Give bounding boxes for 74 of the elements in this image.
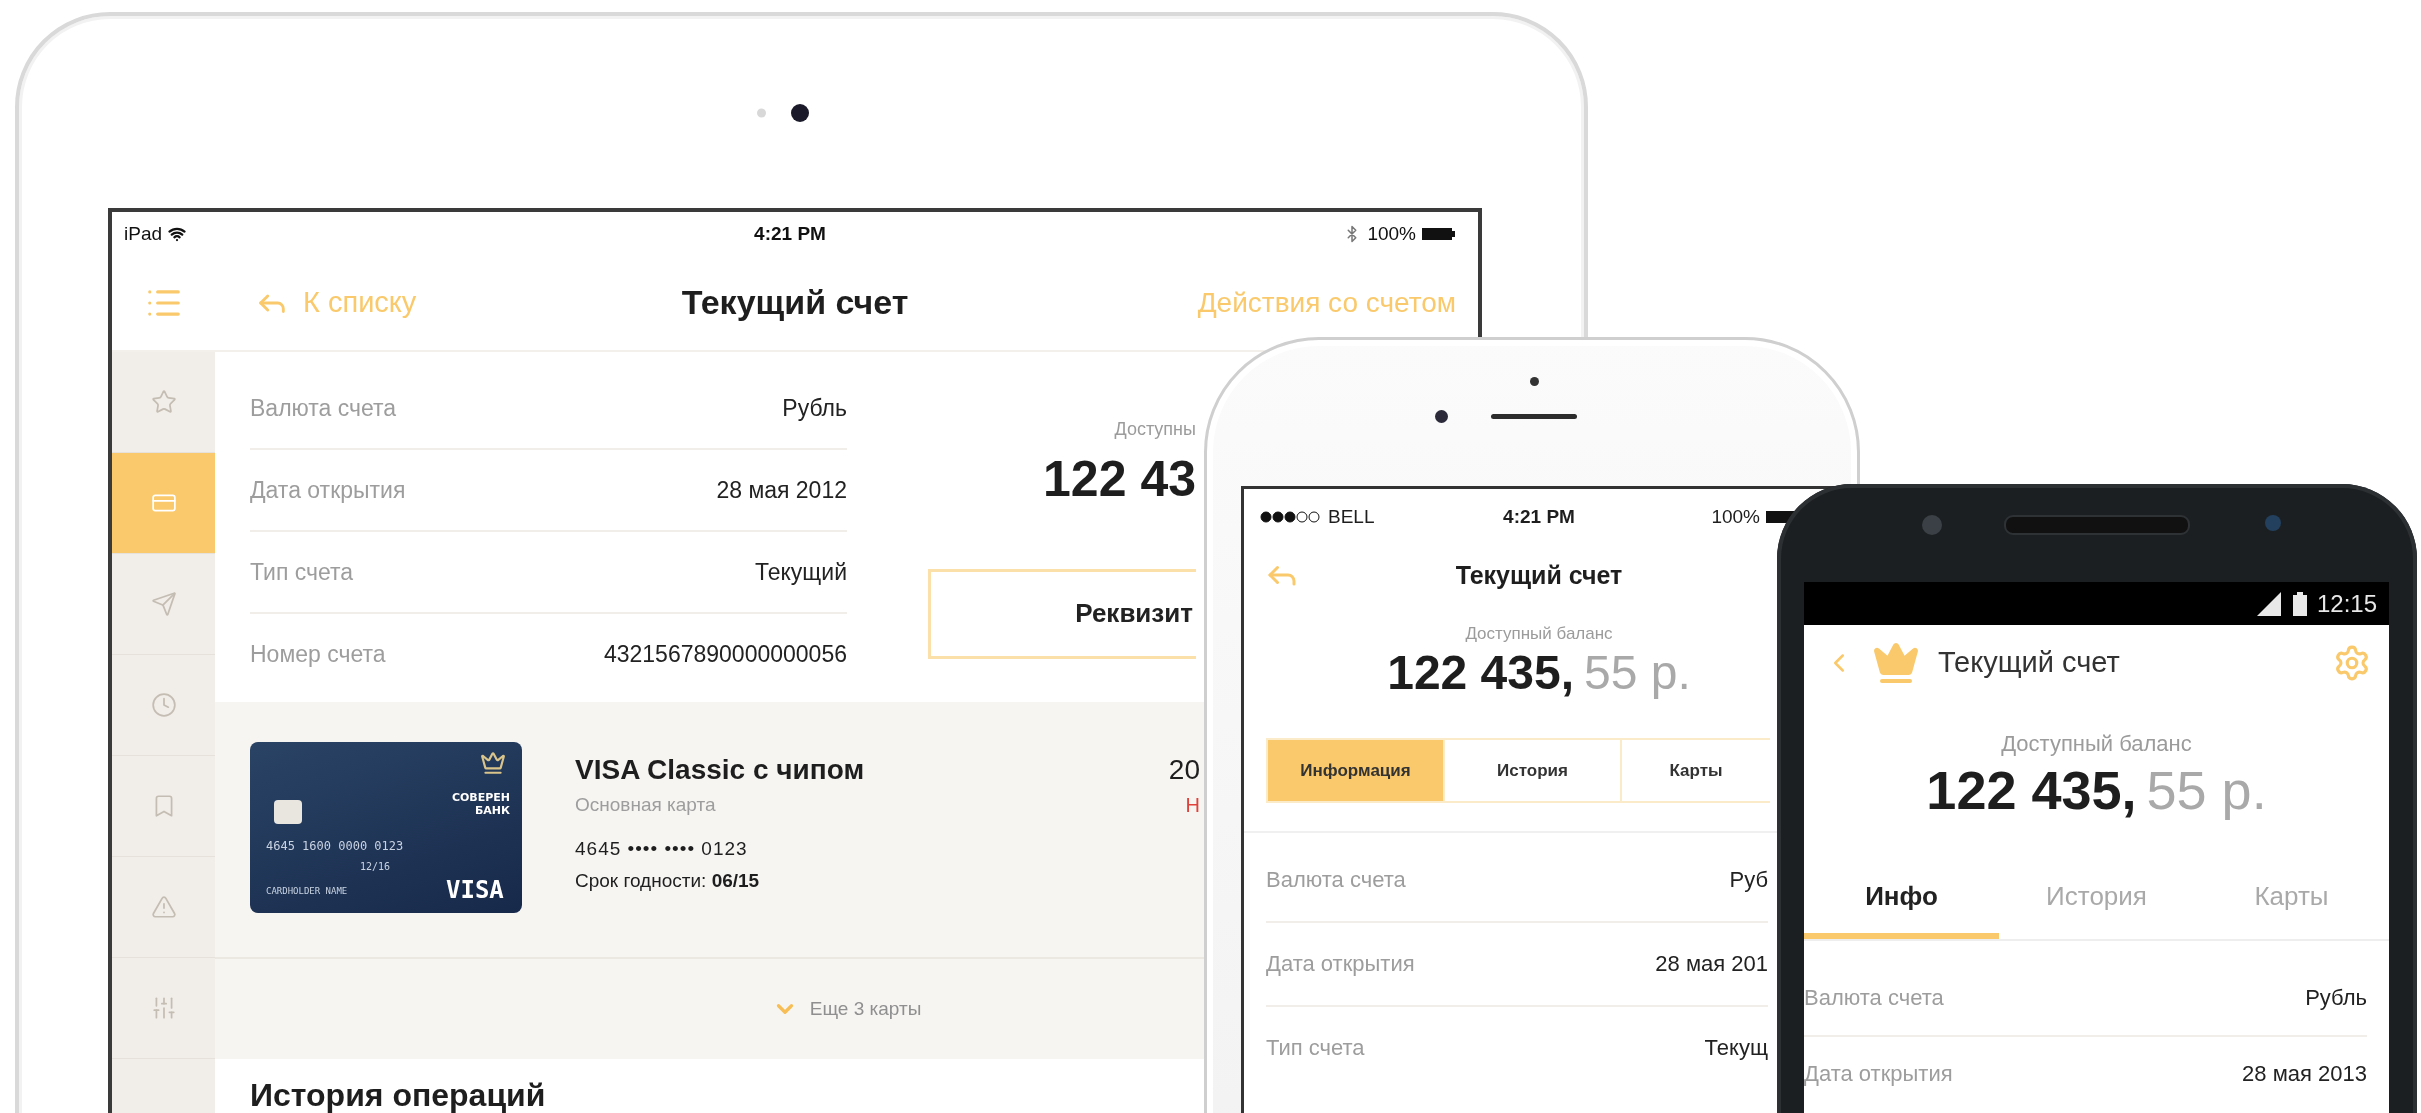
field-value: 28 мая 2013 [2242, 1060, 2367, 1087]
field-label: Тип счета [1266, 1035, 1365, 1062]
balance-fraction: 55 р. [2146, 758, 2267, 821]
battery-icon [1422, 226, 1456, 241]
field-label: Дата открытия [250, 476, 406, 504]
status-time: 4:21 PM [1503, 506, 1575, 528]
chip-icon [274, 800, 302, 824]
field-value: Текущ [1704, 1035, 1768, 1062]
field-label: Валюта счета [1804, 984, 1944, 1011]
cardholder-name: CARDHOLDER NAME [266, 887, 348, 896]
tab[interactable]: Карты [1620, 738, 1770, 804]
status-time: 12:15 [2316, 589, 2377, 618]
details-button[interactable]: Реквизит [928, 568, 1196, 659]
page-title: Текущий счет [681, 283, 909, 322]
card-value: 20 [1168, 754, 1200, 786]
balance-fraction: 55 р. [1584, 645, 1691, 701]
field-value: 28 мая 2012 [716, 476, 847, 504]
card-subtitle: Основная карта [575, 794, 717, 816]
balance-label: Доступны [1114, 418, 1196, 441]
balance-amount: 122 435, [1926, 758, 2137, 821]
camera-icon [791, 104, 809, 122]
field-label: Дата открытия [1804, 1060, 1953, 1087]
field-value: Текущий [755, 558, 847, 586]
card-status: Н [1185, 794, 1200, 817]
card-expiry: Срок годности: 06/15 [575, 870, 761, 892]
balance-amount: 122 43 [1043, 451, 1196, 509]
tab[interactable]: История [1443, 738, 1620, 804]
balance-amount: 122 435, [1387, 645, 1575, 701]
clock-icon [150, 692, 177, 718]
page-title: Текущий счет [1455, 560, 1623, 589]
card-name: VISA Classic с чипом [575, 754, 865, 786]
masked-card-number: 4645 •••• •••• 0123 [575, 838, 749, 860]
settings-button[interactable] [2333, 643, 2371, 682]
field-value: 28 мая 201 [1655, 951, 1768, 978]
carrier-name: BELL [1328, 506, 1375, 528]
camera-icon [2265, 515, 2281, 531]
card-valid-date: 12/16 [360, 862, 391, 872]
sliders-icon [150, 995, 177, 1021]
camera-icon [1435, 410, 1448, 423]
bank-name: СОВЕРЕН БАНК [450, 792, 510, 818]
balance-label: Доступный баланс [2001, 730, 2192, 758]
sidebar-item[interactable] [112, 453, 215, 554]
sensor-icon [757, 108, 766, 118]
battery-icon [2292, 591, 2307, 616]
field-value: Руб [1729, 867, 1768, 894]
device-name: iPad [124, 222, 163, 245]
warning-icon [150, 894, 177, 920]
card-number: 4645 1600 0000 0123 [266, 840, 404, 852]
send-icon [150, 591, 177, 617]
star-icon [150, 389, 177, 415]
status-time: 4:21 PM [754, 222, 826, 245]
field-value: 4321567890000000056 [603, 640, 847, 668]
battery-percent: 100% [1711, 506, 1760, 528]
field-label: Валюта счета [1266, 867, 1406, 894]
field-label: Номер счета [250, 640, 386, 668]
balance-label: Доступный баланс [1465, 623, 1613, 645]
signal-icon [1260, 511, 1320, 523]
speaker-icon [1491, 414, 1577, 419]
tab[interactable]: Инфо [1804, 860, 1999, 939]
field-value: Рубль [782, 394, 847, 422]
field-label: Валюта счета [250, 394, 397, 422]
field-label: Дата открытия [1266, 951, 1415, 978]
sensor-icon [1530, 377, 1539, 386]
sensor-icon [1922, 515, 1942, 535]
field-value: Рубль [2305, 984, 2367, 1011]
crown-icon [480, 750, 506, 776]
speaker-icon [2004, 515, 2190, 535]
history-title: История операций [250, 1077, 547, 1113]
field-label: Тип счета [250, 558, 354, 586]
card-brand: VISA [446, 878, 504, 902]
battery-percent: 100% [1367, 222, 1416, 245]
page-title: Текущий счет [1938, 646, 2120, 679]
tab[interactable]: Информация [1266, 738, 1443, 804]
settings-icon [2333, 643, 2371, 682]
